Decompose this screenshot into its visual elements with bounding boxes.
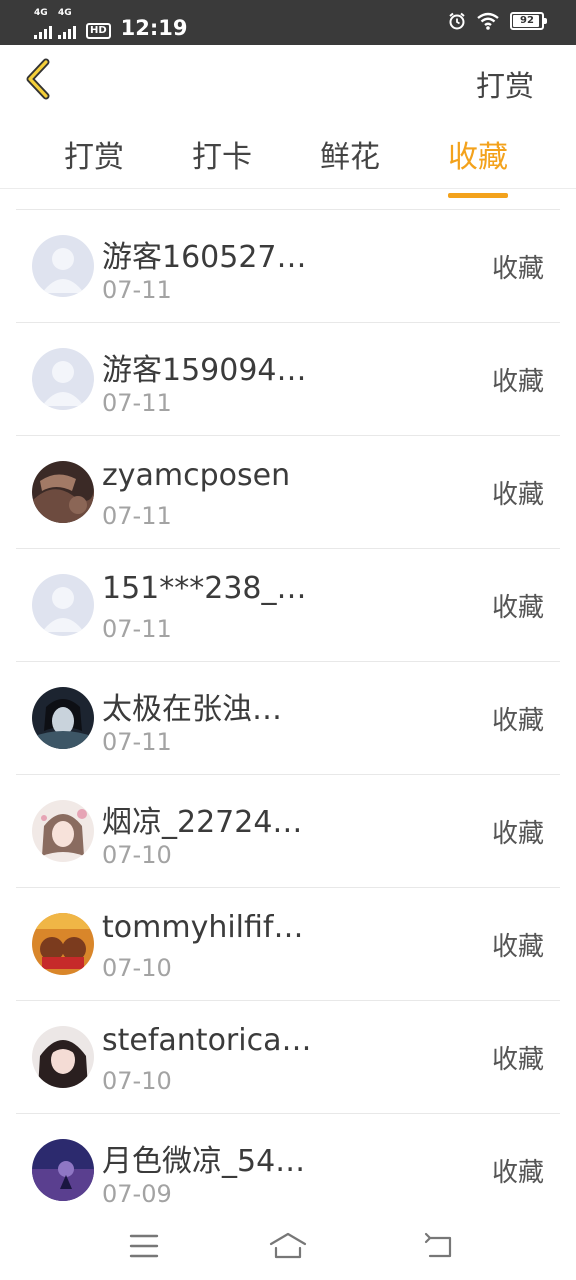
reward-button[interactable]: 打赏 bbox=[476, 63, 534, 105]
default-avatar-icon bbox=[32, 348, 94, 410]
user-name: zyamcposen bbox=[102, 458, 291, 493]
list-item[interactable]: stefantorica… 07-10 收藏 bbox=[16, 1001, 560, 1114]
item-action-label: 收藏 bbox=[491, 1045, 544, 1075]
back-button[interactable] bbox=[20, 57, 60, 101]
item-date: 07-10 bbox=[102, 841, 172, 869]
signal-icon: 4G bbox=[58, 8, 76, 39]
list-item[interactable]: 太极在张浊… 07-11 收藏 bbox=[16, 662, 560, 775]
active-tab-indicator bbox=[448, 193, 508, 198]
list-item[interactable]: tommyhilfif… 07-10 收藏 bbox=[16, 888, 560, 1001]
list-item[interactable]: 游客159094… 07-11 收藏 bbox=[16, 323, 560, 436]
menu-icon bbox=[129, 1234, 159, 1258]
tab-label: 打赏 bbox=[64, 140, 124, 175]
list-item[interactable]: 151***238_… 07-11 收藏 bbox=[16, 549, 560, 662]
item-date: 07-11 bbox=[102, 389, 172, 417]
item-date: 07-11 bbox=[102, 502, 172, 530]
user-name: 游客160527… bbox=[102, 240, 307, 275]
item-action-label: 收藏 bbox=[491, 819, 544, 849]
network-type-label: 4G bbox=[34, 8, 48, 18]
user-name: stefantorica… bbox=[102, 1023, 312, 1058]
back-icon bbox=[424, 1232, 452, 1258]
user-avatar bbox=[32, 800, 94, 862]
item-action-label: 收藏 bbox=[491, 706, 544, 736]
user-avatar bbox=[32, 461, 94, 523]
item-action-label: 收藏 bbox=[491, 593, 544, 623]
tab-favorites[interactable]: 收藏 bbox=[448, 132, 508, 198]
battery-icon: 92 bbox=[510, 12, 547, 30]
item-action-label: 收藏 bbox=[491, 254, 544, 284]
tab-reward[interactable]: 打赏 bbox=[64, 132, 124, 176]
list-item[interactable]: 月色微凉_54… 07-09 收藏 bbox=[16, 1114, 560, 1226]
list-item[interactable]: 烟凉_22724… 07-10 收藏 bbox=[16, 775, 560, 888]
signal-icon: 4G bbox=[34, 8, 52, 39]
item-date: 07-11 bbox=[102, 728, 172, 756]
user-name: 烟凉_22724… bbox=[102, 805, 303, 840]
list-item[interactable]: 游客160527… 07-11 收藏 bbox=[16, 210, 560, 323]
tab-label: 打卡 bbox=[192, 140, 252, 175]
tab-flowers[interactable]: 鲜花 bbox=[320, 132, 380, 176]
user-name: tommyhilfif… bbox=[102, 910, 304, 945]
status-time: 12:19 bbox=[120, 16, 188, 40]
user-avatar bbox=[32, 1139, 94, 1201]
item-date: 07-10 bbox=[102, 954, 172, 982]
default-avatar-icon bbox=[32, 235, 94, 297]
network-type-label: 4G bbox=[58, 8, 72, 18]
user-avatar bbox=[32, 913, 94, 975]
item-date: 07-11 bbox=[102, 615, 172, 643]
user-name: 游客159094… bbox=[102, 353, 307, 388]
home-button[interactable] bbox=[268, 1230, 308, 1262]
item-action-label: 收藏 bbox=[491, 367, 544, 397]
home-icon bbox=[269, 1232, 307, 1259]
list-item[interactable]: zyamcposen 07-11 收藏 bbox=[16, 436, 560, 549]
default-avatar-icon bbox=[32, 574, 94, 636]
item-date: 07-10 bbox=[102, 1067, 172, 1095]
status-bar: 4G 4G HD 12:19 92 bbox=[0, 0, 576, 45]
tab-label: 鲜花 bbox=[320, 140, 380, 175]
user-name: 太极在张浊… bbox=[102, 692, 282, 727]
page-header: 打赏 bbox=[0, 45, 576, 115]
item-action-label: 收藏 bbox=[491, 932, 544, 962]
battery-level: 92 bbox=[520, 15, 534, 26]
wifi-icon bbox=[477, 12, 499, 30]
item-date: 07-11 bbox=[102, 276, 172, 304]
system-nav-bar bbox=[0, 1212, 576, 1280]
alarm-icon bbox=[449, 12, 465, 30]
user-avatar bbox=[32, 1026, 94, 1088]
nav-back-button[interactable] bbox=[420, 1230, 460, 1262]
user-name: 月色微凉_54… bbox=[102, 1144, 306, 1179]
favorites-list: 游客160527… 07-11 收藏 游客159094… 07-11 收藏 zy… bbox=[16, 209, 560, 1226]
tab-checkin[interactable]: 打卡 bbox=[192, 132, 252, 176]
user-avatar bbox=[32, 687, 94, 749]
chevron-left-icon bbox=[26, 58, 50, 100]
item-date: 07-09 bbox=[102, 1180, 172, 1208]
item-action-label: 收藏 bbox=[491, 1158, 544, 1188]
menu-button[interactable] bbox=[124, 1230, 164, 1262]
user-name: 151***238_… bbox=[102, 571, 307, 606]
tab-bar: 打赏 打卡 鲜花 收藏 bbox=[0, 118, 576, 198]
item-action-label: 收藏 bbox=[491, 480, 544, 510]
hd-badge: HD bbox=[86, 23, 111, 39]
tab-label: 收藏 bbox=[448, 140, 508, 175]
